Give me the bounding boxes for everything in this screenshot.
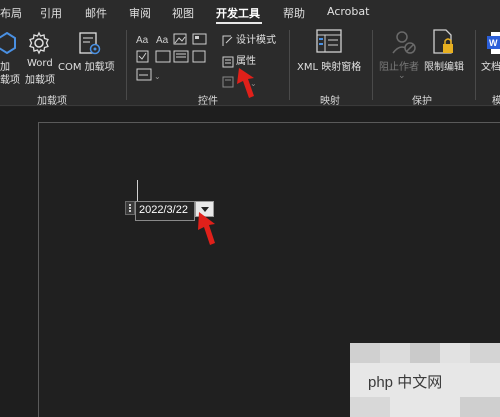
content-control-handle[interactable] (125, 201, 135, 215)
svg-text:Aa: Aa (156, 35, 169, 46)
tab-references[interactable]: 引用 (40, 5, 62, 21)
protection-group-label: 保护 (412, 96, 432, 107)
word-addin-label-1[interactable]: Word (27, 58, 53, 69)
mapping-group-label: 映射 (320, 96, 340, 107)
design-mode-icon (222, 32, 234, 51)
site-watermark: php 中文网 (350, 343, 500, 417)
design-mode-button[interactable]: 设计模式 (236, 31, 276, 46)
gear-icon (27, 31, 51, 59)
tab-help[interactable]: 帮助 (283, 5, 305, 21)
word-addin-label-2[interactable]: 加载项 (25, 71, 55, 86)
watermark-text: php 中文网 (368, 374, 443, 391)
svg-text:W: W (489, 38, 498, 48)
content-controls-grid: Aa Aa ⌄ (136, 32, 216, 92)
block-authors-icon (391, 29, 417, 59)
tab-layout[interactable]: 布局 (0, 5, 22, 21)
margin-corner-mark (137, 180, 138, 202)
restrict-editing-button[interactable]: 限制编辑 (424, 58, 464, 73)
document-template-button[interactable]: 文档 (481, 58, 500, 73)
active-tab-indicator (216, 22, 262, 24)
com-addin-icon (78, 31, 102, 61)
tab-acrobat[interactable]: Acrobat (327, 5, 369, 18)
divider (126, 30, 127, 100)
word-document-template-icon: W (487, 31, 500, 59)
tab-mailings[interactable]: 邮件 (85, 5, 107, 21)
templates-group-label: 模 (492, 96, 500, 107)
tab-view[interactable]: 视图 (172, 5, 194, 21)
svg-text:⌄: ⌄ (154, 72, 161, 81)
xml-mapping-pane-icon (316, 29, 342, 57)
ribbon-tab-bar: 布局 引用 邮件 审阅 视图 开发工具 帮助 Acrobat (0, 0, 500, 26)
addins-group-label: 加载项 (37, 96, 67, 107)
com-addin-label[interactable]: COM 加载项 (58, 58, 115, 73)
properties-button[interactable]: 属性 (236, 52, 256, 67)
tab-developer[interactable]: 开发工具 (216, 5, 260, 21)
controls-group-label: 控件 (198, 96, 218, 107)
restrict-editing-icon (431, 29, 457, 59)
addin-icon (0, 31, 16, 58)
divider (372, 30, 373, 100)
svg-text:Aa: Aa (136, 35, 149, 46)
date-picker-content-control[interactable]: 2022/3/22 (135, 201, 195, 221)
divider (289, 30, 290, 100)
tab-review[interactable]: 审阅 (129, 5, 151, 21)
red-arrow-annotation-icon (195, 211, 221, 251)
divider (475, 30, 476, 100)
chevron-down-icon: ⌄ (398, 71, 406, 81)
addin-button-label-2[interactable]: 载项 (0, 71, 20, 86)
red-arrow-annotation-icon (233, 66, 259, 104)
xml-mapping-pane-button[interactable]: XML 映射窗格 (297, 58, 361, 73)
